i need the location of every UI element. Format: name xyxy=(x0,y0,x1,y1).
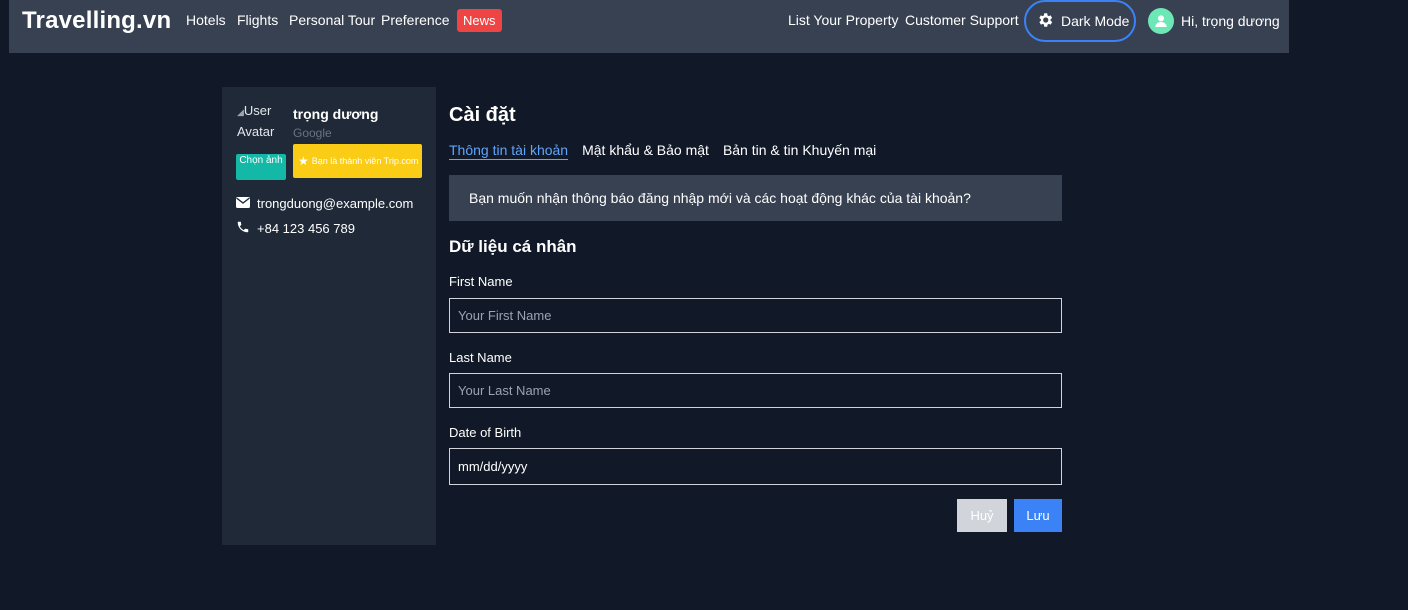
dob-input[interactable]: mm/dd/yyyy xyxy=(449,448,1062,485)
gear-icon xyxy=(1036,11,1054,32)
tab-password-security[interactable]: Mật khẩu & Bảo mật xyxy=(582,142,709,160)
tab-account-info[interactable]: Thông tin tài khoản xyxy=(449,142,569,160)
user-greeting: Hi, trọng dương xyxy=(1181,13,1280,29)
dark-mode-label: Dark Mode xyxy=(1061,13,1130,29)
profile-name: trọng dương xyxy=(293,106,379,122)
settings-tabs: Thông tin tài khoản Mật khẩu & Bảo mật B… xyxy=(449,142,876,160)
email-row: trongduong@example.com xyxy=(236,196,413,211)
last-name-input[interactable] xyxy=(449,373,1062,408)
nav-link-preference[interactable]: Preference xyxy=(381,12,449,28)
site-logo[interactable]: Travelling.vn xyxy=(22,7,171,35)
user-avatar-image: ◢User Avatar xyxy=(237,101,279,141)
save-button[interactable]: Lưu xyxy=(1014,499,1062,532)
user-menu[interactable]: Hi, trọng dương xyxy=(1148,8,1280,34)
dob-value: mm/dd/yyyy xyxy=(458,459,528,474)
nav-link-hotels[interactable]: Hotels xyxy=(186,12,226,28)
calendar-icon[interactable] xyxy=(1041,459,1053,474)
dark-mode-toggle[interactable]: Dark Mode xyxy=(1024,0,1136,42)
broken-image-icon: ◢ xyxy=(237,107,244,117)
profile-sidebar: ◢User Avatar trọng dương Google Chọn ảnh… xyxy=(222,87,436,545)
star-icon: ★ xyxy=(298,154,309,168)
section-title-personal-data: Dữ liệu cá nhân xyxy=(449,237,577,256)
user-phone: +84 123 456 789 xyxy=(257,221,355,236)
top-navbar: Travelling.vn Hotels Flights Personal To… xyxy=(9,0,1289,53)
notification-notice: Bạn muốn nhận thông báo đăng nhập mới và… xyxy=(449,175,1062,221)
login-provider: Google xyxy=(293,126,332,140)
dob-label: Date of Birth xyxy=(449,425,522,440)
choose-photo-button[interactable]: Chọn ảnh xyxy=(236,154,286,180)
membership-badge: ★ Bạn là thành viên Trip.com xyxy=(293,144,422,178)
membership-text: Bạn là thành viên Trip.com xyxy=(311,156,419,166)
cancel-button[interactable]: Huỷ xyxy=(957,499,1007,532)
customer-support-link[interactable]: Customer Support xyxy=(905,12,1019,28)
user-email: trongduong@example.com xyxy=(257,196,414,211)
last-name-label: Last Name xyxy=(449,350,512,365)
envelope-icon xyxy=(236,196,250,211)
first-name-label: First Name xyxy=(449,274,513,289)
nav-link-flights[interactable]: Flights xyxy=(237,12,278,28)
phone-row: +84 123 456 789 xyxy=(236,220,355,237)
tab-newsletter-promotions[interactable]: Bản tin & tin Khuyến mại xyxy=(723,142,876,160)
page-title: Cài đặt xyxy=(449,104,516,126)
nav-link-personal-tour[interactable]: Personal Tour xyxy=(289,12,375,28)
list-property-link[interactable]: List Your Property xyxy=(788,12,899,28)
first-name-input[interactable] xyxy=(449,298,1062,333)
phone-icon xyxy=(236,220,250,237)
user-avatar-icon xyxy=(1148,8,1174,34)
nav-link-news[interactable]: News xyxy=(457,9,502,32)
